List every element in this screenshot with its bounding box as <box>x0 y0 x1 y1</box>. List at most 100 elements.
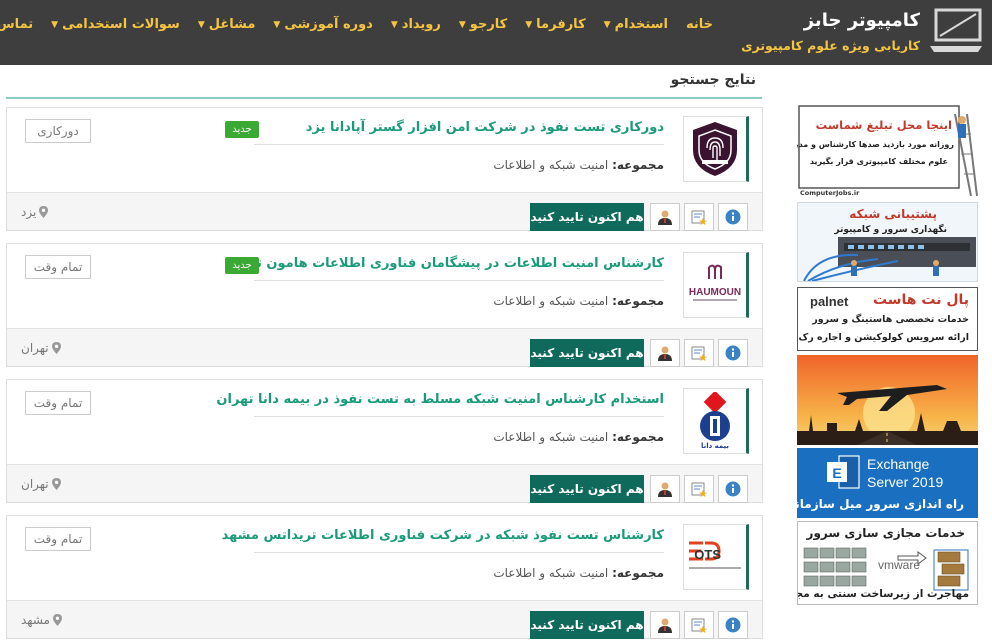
job-card: OTS کارشناس تست نفوذ شبکه در شرکت فناوری… <box>6 515 763 639</box>
job-card-actions: هم اکنون تایید کنید یزد <box>7 192 762 231</box>
nav-jobseeker[interactable]: کارجو ▼ <box>450 17 516 32</box>
job-card: HAUMOUN کارشناس امنیت اطلاعات در پیشگاما… <box>6 243 763 367</box>
company-profile-button[interactable] <box>650 611 680 639</box>
company-profile-button[interactable] <box>650 475 680 503</box>
ad1-footer: ComputerJobs.ir <box>800 189 860 197</box>
notepad-star-icon <box>691 210 707 225</box>
note-button[interactable] <box>684 203 714 231</box>
ad3-line2: ارائه سرویس کولوکیشن و اجاره رک <box>798 332 969 343</box>
info-button[interactable] <box>718 339 748 367</box>
job-card-actions: هم اکنون تایید کنید تهران <box>7 464 762 503</box>
new-badge: جدید <box>225 257 259 274</box>
job-category: مجموعه: امنیت شبکه و اطلاعات <box>493 294 664 308</box>
nav-home[interactable]: خانه <box>677 17 722 32</box>
job-location: تهران <box>21 341 61 355</box>
user-icon <box>658 210 672 225</box>
company-logo[interactable]: OTS <box>683 524 749 590</box>
job-title-link[interactable]: کارشناس تست نفوذ شبکه در شرکت فناوری اطل… <box>222 528 664 543</box>
ad6-headline: خدمات مجازی سازی سرور <box>806 526 965 540</box>
exchange-logo-icon: E <box>827 455 860 489</box>
ad-banner-exchange[interactable]: E Exchange Server 2019 راه اندازی سرور م… <box>797 448 978 518</box>
job-category: مجموعه: امنیت شبکه و اطلاعات <box>493 566 664 580</box>
ad-banner-virtualization[interactable]: خدمات مجازی سازی سرور vmware مهاجرت از ز… <box>797 521 978 605</box>
ad1-line3: علوم مختلف کامپیوتری قرار بگیرید <box>809 157 948 166</box>
user-icon <box>658 618 672 633</box>
brand[interactable]: کامپیوتر جابز کاریابی ویژه علوم کامپیوتر… <box>741 6 984 60</box>
svg-text:OTS: OTS <box>694 547 721 562</box>
company-logo[interactable] <box>683 116 749 182</box>
palnet-logo: palnet <box>810 294 849 309</box>
apply-now-button[interactable]: هم اکنون تایید کنید <box>530 203 644 231</box>
info-icon <box>725 209 741 225</box>
job-title-link[interactable]: استخدام کارشناس امنیت شبکه مسلط به تست ن… <box>216 392 664 407</box>
map-pin-icon <box>51 342 61 354</box>
nav-contact[interactable]: تماس با ما▼ <box>0 17 42 32</box>
notepad-star-icon <box>691 618 707 633</box>
job-category: مجموعه: امنیت شبکه و اطلاعات <box>493 430 664 444</box>
map-pin-icon <box>52 614 62 626</box>
ad-banner-network-support[interactable]: پشتیبانی شبکه نگهداری سرور و کامپیوتر <box>797 202 978 282</box>
svg-text:HAUMOUN: HAUMOUN <box>689 287 741 298</box>
user-icon <box>658 482 672 497</box>
ad-banner-advertise[interactable]: اینجا محل تبلیغ شماست روزانه مورد بازدید… <box>797 104 978 198</box>
brand-title: کامپیوتر جابز <box>803 10 920 31</box>
fingerprint-shield-logo <box>693 122 737 176</box>
job-category: مجموعه: امنیت شبکه و اطلاعات <box>493 158 664 172</box>
info-button[interactable] <box>718 203 748 231</box>
info-icon <box>725 481 741 497</box>
job-title-link[interactable]: دورکاری تست نفوذ در شرکت امن افزار گستر … <box>306 120 664 135</box>
ad-banner-palnet[interactable]: palnet پال نت هاست خدمات تخصصی هاستینگ و… <box>797 287 978 351</box>
divider <box>254 144 664 145</box>
job-card-body: HAUMOUN کارشناس امنیت اطلاعات در پیشگاما… <box>7 244 762 328</box>
svg-text:E: E <box>832 465 841 481</box>
job-card-actions: هم اکنون تایید کنید تهران <box>7 328 762 367</box>
ad2-headline: پشتیبانی شبکه <box>849 207 937 221</box>
job-location: یزد <box>21 205 49 219</box>
nav-courses[interactable]: دوره آموزشی ▼ <box>264 17 381 32</box>
apply-now-button[interactable]: هم اکنون تایید کنید <box>530 475 644 503</box>
note-button[interactable] <box>684 611 714 639</box>
chevron-down-icon: ▼ <box>603 19 611 30</box>
notepad-star-icon <box>691 482 707 497</box>
ad5-brand-line1: Exchange <box>867 456 930 472</box>
job-card: بیمه دانا استخدام کارشناس امنیت شبکه مسل… <box>6 379 763 503</box>
note-button[interactable] <box>684 475 714 503</box>
nav-events[interactable]: رویداد ▼ <box>382 17 450 32</box>
job-card: دورکاری تست نفوذ در شرکت امن افزار گستر … <box>6 107 763 231</box>
info-button[interactable] <box>718 611 748 639</box>
ad2-subline: نگهداری سرور و کامپیوتر <box>834 225 947 235</box>
job-type-badge: تمام وقت <box>25 527 91 551</box>
job-type-badge: تمام وقت <box>25 391 91 415</box>
chevron-down-icon: ▼ <box>458 19 466 30</box>
laptop-logo-icon <box>930 8 982 52</box>
ad-banner-travel[interactable] <box>797 355 978 445</box>
ad5-brand-line2: Server 2019 <box>867 474 944 490</box>
ad3-headline: پال نت هاست <box>872 292 969 308</box>
job-title-link[interactable]: کارشناس امنیت اطلاعات در پیشگامان فناوری… <box>225 256 664 271</box>
job-location: مشهد <box>21 613 62 627</box>
chevron-down-icon: ▼ <box>197 19 205 30</box>
divider <box>254 552 664 553</box>
ad3-line1: خدمات تخصصی هاستینگ و سرور <box>812 314 969 325</box>
site-header: کامپیوتر جابز کاریابی ویژه علوم کامپیوتر… <box>0 0 992 65</box>
company-profile-button[interactable] <box>650 203 680 231</box>
info-button[interactable] <box>718 475 748 503</box>
company-logo[interactable]: بیمه دانا <box>683 388 749 454</box>
apply-now-button[interactable]: هم اکنون تایید کنید <box>530 611 644 639</box>
apply-now-button[interactable]: هم اکنون تایید کنید <box>530 339 644 367</box>
nav-employer[interactable]: کارفرما ▼ <box>516 17 594 32</box>
note-button[interactable] <box>684 339 714 367</box>
nav-careers[interactable]: مشاغل ▼ <box>189 17 265 32</box>
new-badge: جدید <box>225 121 259 138</box>
divider <box>254 416 664 417</box>
title-divider <box>6 97 762 99</box>
company-logo[interactable]: HAUMOUN <box>683 252 749 318</box>
nav-employment[interactable]: استخدام ▼ <box>595 17 677 32</box>
ad6-footer: مهاجرت از زیرساخت سنتی به مجازی <box>797 588 969 600</box>
nav-interview-questions[interactable]: سوالات استخدامی ▼ <box>42 17 189 32</box>
main-nav: خانه استخدام ▼ کارفرما ▼ کارجو ▼ رویداد ▼ دو… <box>0 17 722 32</box>
ad5-tagline: راه اندازی سرور میل سازمانی <box>797 497 964 511</box>
company-profile-button[interactable] <box>650 339 680 367</box>
job-card-body: بیمه دانا استخدام کارشناس امنیت شبکه مسل… <box>7 380 762 464</box>
airplane-sunset-illustration <box>797 355 978 445</box>
